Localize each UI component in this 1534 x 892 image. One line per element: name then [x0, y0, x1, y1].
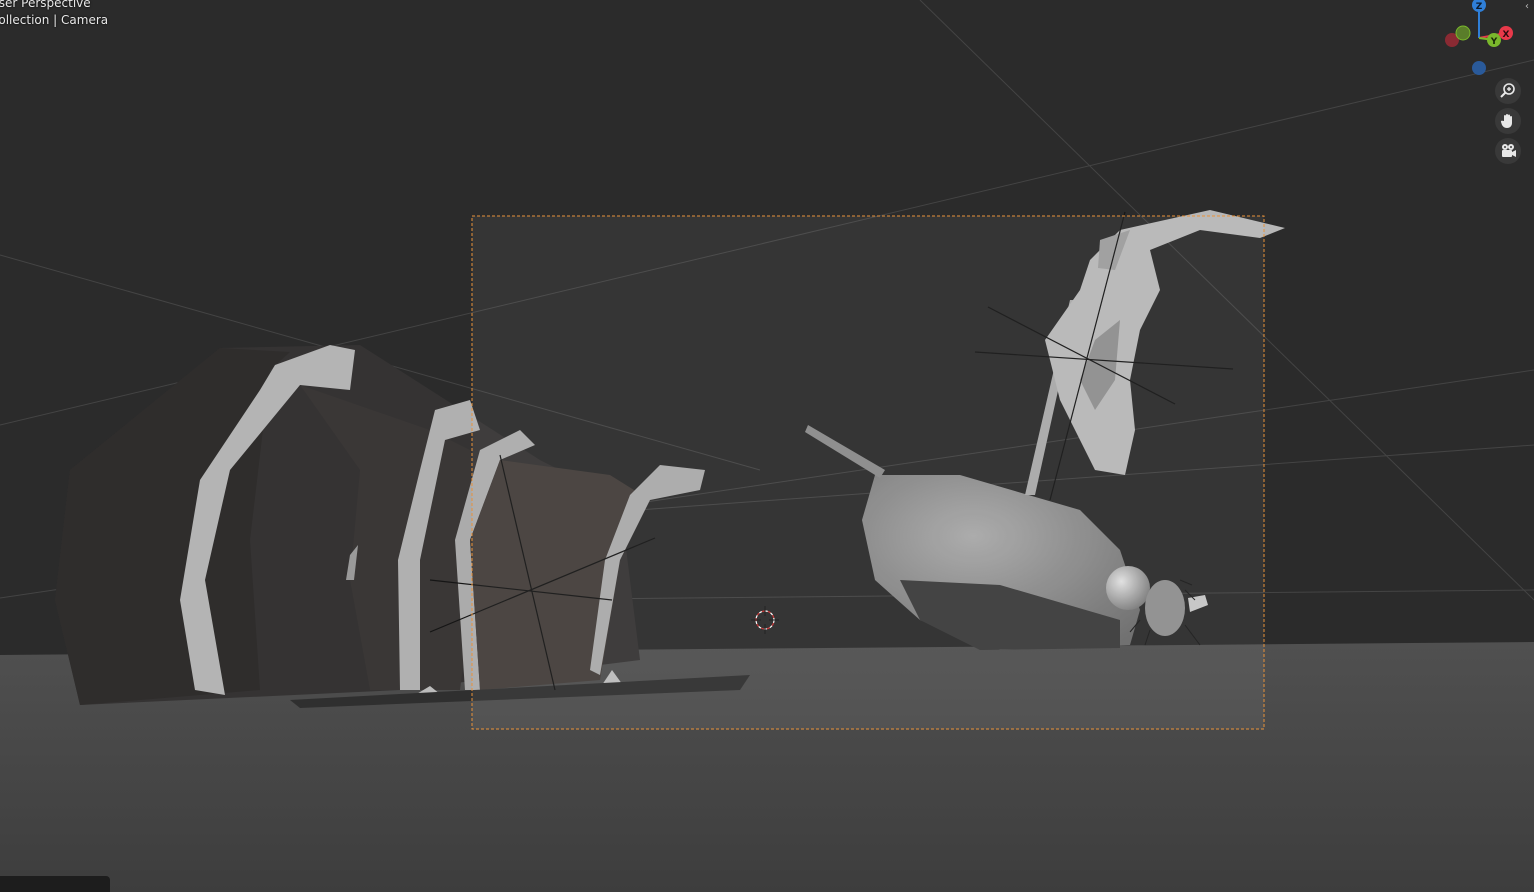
- navigation-gizmo[interactable]: Z Y X: [1444, 0, 1534, 80]
- zoom-button[interactable]: [1495, 78, 1521, 104]
- view-perspective-label: User Perspective: [0, 0, 91, 10]
- 3d-viewport[interactable]: User Perspective Collection | Camera Z Y…: [0, 0, 1534, 892]
- axis-neg-z-icon: [1472, 61, 1486, 75]
- camera-icon: [1502, 144, 1516, 157]
- bottom-panel-tab[interactable]: [0, 876, 110, 892]
- axis-y-label: Y: [1490, 37, 1498, 47]
- camera-view-button[interactable]: [1495, 138, 1521, 164]
- hand-icon: [1500, 114, 1512, 128]
- sidebar-toggle-chevron-icon[interactable]: ‹: [1522, 0, 1532, 14]
- axis-z-label: Z: [1476, 2, 1483, 12]
- camera-frame: [471, 215, 1265, 730]
- axis-x-label: X: [1503, 30, 1510, 40]
- scene-render[interactable]: [0, 0, 1534, 892]
- collection-camera-label: Collection | Camera: [0, 13, 109, 27]
- axis-neg-y-icon: [1455, 25, 1471, 41]
- pan-button[interactable]: [1495, 108, 1521, 134]
- zoom-icon: [1500, 83, 1515, 98]
